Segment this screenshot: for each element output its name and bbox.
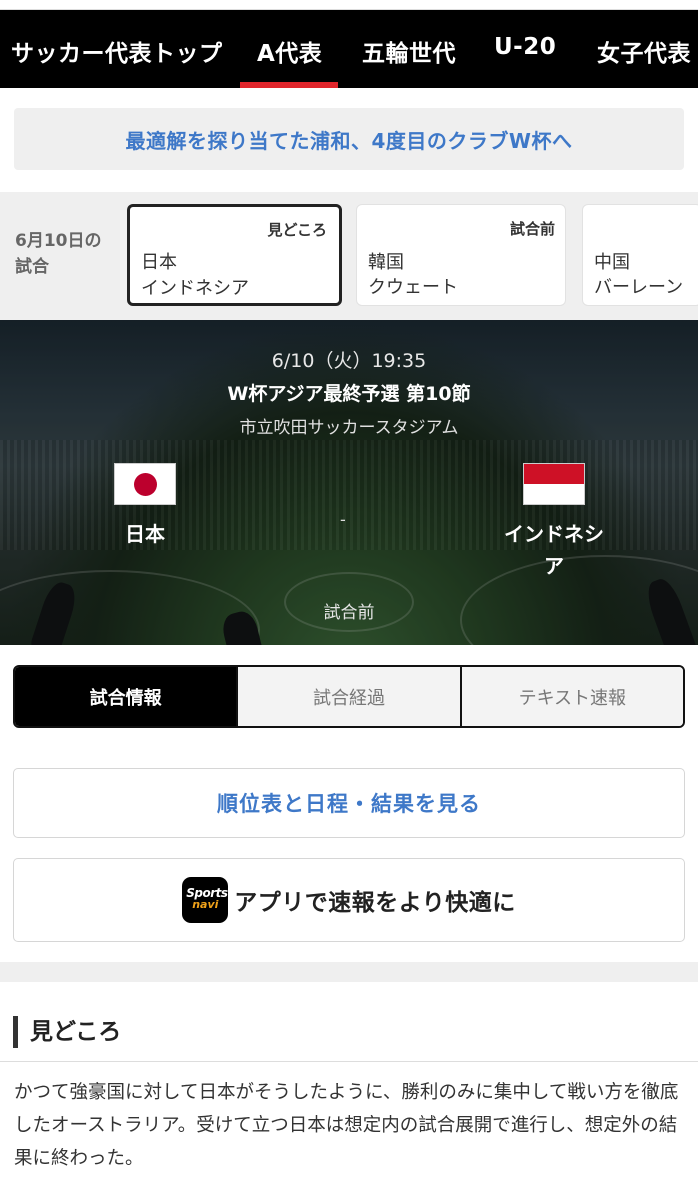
strip-date-line1: 6月10日の: [15, 231, 102, 251]
match-datetime: 6/10（火）19:35: [271, 350, 427, 372]
sportsnavi-app-icon: Sports navi: [182, 877, 229, 923]
highlights-body: かつて強豪国に対して日本がそうしたように、勝利のみに集中して戦い方を徹底したオー…: [14, 1082, 679, 1169]
match-card-korea[interactable]: 試合前 韓国 クウェート: [356, 204, 566, 306]
section-rule: [0, 1061, 698, 1062]
indonesia-flag-icon: [523, 463, 585, 505]
indonesia-flag-red: [524, 464, 584, 484]
match-card-home: 中国: [594, 252, 630, 273]
strip-date-label: 6月10日の 試合: [15, 228, 102, 280]
app-promo-label: アプリで速報をより快適に: [234, 890, 516, 916]
standings-button-label: 順位表と日程・結果を見る: [217, 792, 481, 816]
section-divider: [0, 962, 698, 982]
away-team-name: インドネシ ア: [488, 518, 620, 582]
top-nav: サッカー代表トップ A代表 五輪世代 U-20 女子代表: [0, 0, 698, 88]
strip-date-line2: 試合: [15, 257, 49, 277]
match-venue: 市立吹田サッカースタジアム: [239, 418, 459, 438]
tab-olympic[interactable]: 五輪世代: [362, 34, 456, 68]
tab-match-progress[interactable]: 試合経過: [236, 667, 460, 726]
tab-text-live[interactable]: テキスト速報: [459, 667, 683, 726]
match-card-tag: 見どころ: [267, 221, 327, 239]
headline-banner[interactable]: 最適解を探り当てた浦和、4度目のクラブW杯へ: [14, 108, 684, 170]
app-icon-word2: navi: [192, 898, 219, 911]
match-card-away: クウェート: [368, 277, 458, 298]
status-strip: [0, 0, 698, 10]
match-status: 試合前: [323, 603, 375, 623]
match-card-home: 日本: [141, 252, 177, 273]
tab-soccer-top[interactable]: サッカー代表トップ: [11, 34, 223, 68]
headline-link[interactable]: 最適解を探り当てた浦和、4度目のクラブW杯へ: [126, 125, 573, 154]
match-card-china[interactable]: 中国 バーレーン: [582, 204, 698, 306]
japan-flag-sun: [134, 473, 157, 496]
match-hero: 6/10（火）19:35 W杯アジア最終予選 第10節 市立吹田サッカースタジア…: [0, 320, 698, 645]
match-card-home: 韓国: [368, 252, 404, 273]
match-card-away: インドネシア: [141, 278, 249, 299]
match-card-japan[interactable]: 見どころ 日本 インドネシア: [127, 204, 342, 306]
active-tab-indicator: [240, 82, 338, 88]
app-promo-button[interactable]: Sports navi アプリで速報をより快適に: [13, 858, 685, 942]
tab-match-info[interactable]: 試合情報: [15, 667, 237, 726]
highlights-title: 見どころ: [13, 1016, 121, 1048]
info-tabs: 試合情報 試合経過 テキスト速報: [13, 665, 685, 728]
standings-button[interactable]: 順位表と日程・結果を見る: [13, 768, 685, 838]
away-team-name-line1: インドネシ: [504, 522, 604, 546]
home-team-name: 日本: [125, 522, 165, 546]
match-card-tag: 試合前: [509, 220, 555, 238]
away-team-name-line2: ア: [544, 554, 564, 578]
match-card-away: バーレーン: [594, 277, 684, 298]
match-score: -: [340, 510, 346, 529]
tab-u20[interactable]: U-20: [494, 34, 556, 60]
tab-a-team[interactable]: A代表: [257, 34, 322, 68]
tab-women[interactable]: 女子代表: [597, 34, 691, 68]
match-competition: W杯アジア最終予選 第10節: [227, 383, 471, 405]
japan-flag-icon: [114, 463, 176, 505]
